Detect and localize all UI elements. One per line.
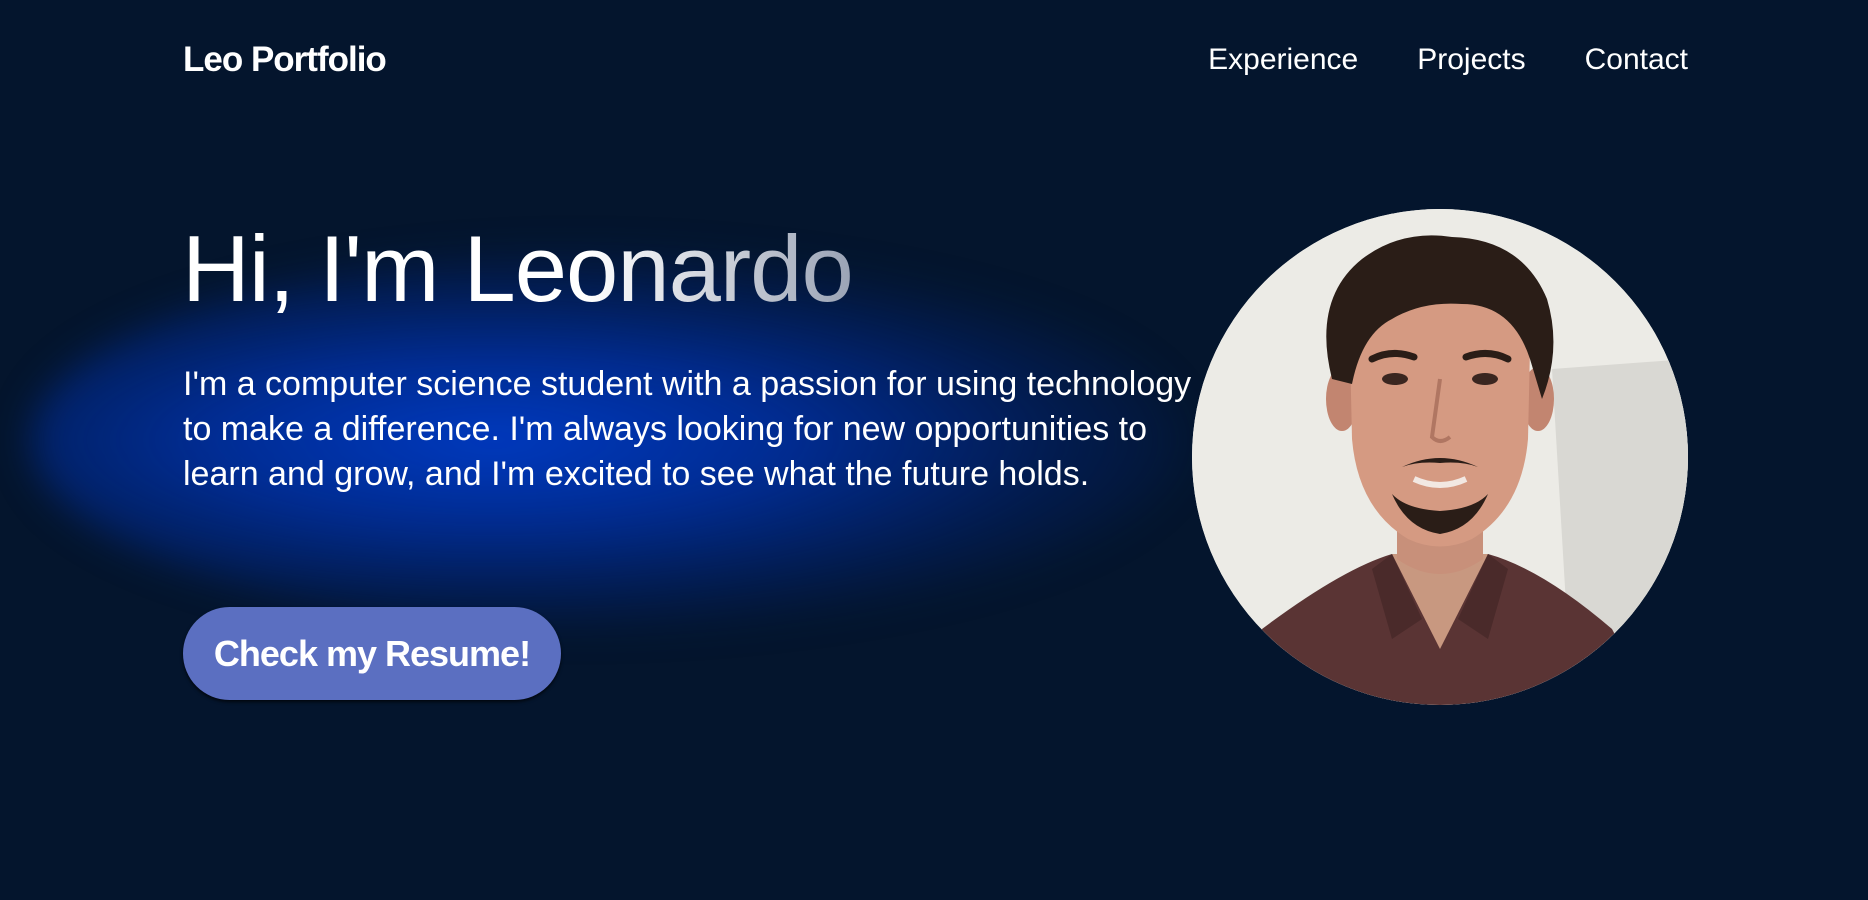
profile-photo [1192, 209, 1688, 705]
portrait-illustration [1192, 209, 1688, 705]
nav-link-contact[interactable]: Contact [1585, 43, 1688, 77]
hero-title: Hi, I'm Leonardo [182, 215, 854, 323]
hero-description: I'm a computer science student with a pa… [183, 365, 1192, 493]
brand-logo[interactable]: Leo Portfolio [183, 40, 387, 80]
nav-link-experience[interactable]: Experience [1208, 43, 1358, 77]
top-navigation: Leo Portfolio Experience Projects Contac… [183, 34, 1688, 86]
nav-link-projects[interactable]: Projects [1417, 43, 1525, 77]
nav-links: Experience Projects Contact [1208, 43, 1688, 77]
check-resume-button[interactable]: Check my Resume! [183, 607, 561, 700]
